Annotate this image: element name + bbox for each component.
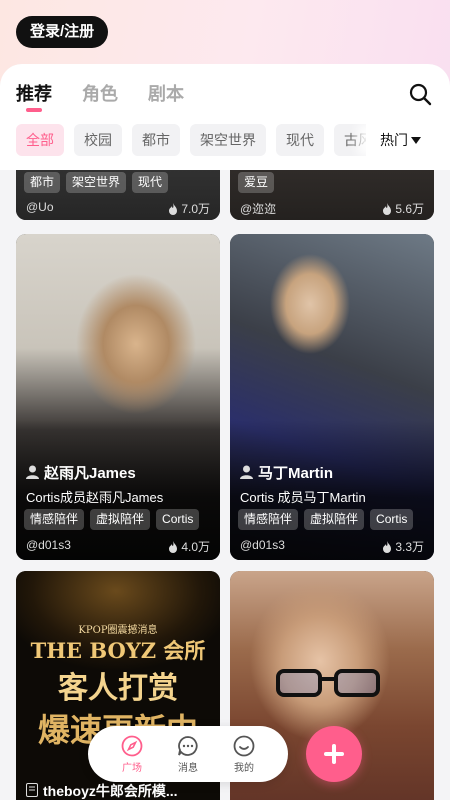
card-tag: 爱豆 bbox=[238, 172, 275, 193]
nav-messages[interactable]: 消息 bbox=[166, 735, 210, 774]
card-name-text: 赵雨凡James bbox=[44, 465, 136, 482]
poster-line2: 客人打赏 bbox=[58, 671, 178, 706]
search-icon[interactable] bbox=[408, 82, 432, 106]
flame-icon bbox=[169, 541, 178, 553]
book-icon bbox=[26, 783, 38, 797]
card-tag: 情感陪伴 bbox=[238, 509, 299, 530]
likes-count: 4.0万 bbox=[181, 540, 210, 554]
flame-icon bbox=[383, 203, 392, 215]
card-name: theboyz牛郎会所模... bbox=[26, 781, 178, 800]
card-author: @迩迩 bbox=[240, 202, 277, 216]
card-tag: 虚拟陪伴 bbox=[304, 509, 365, 530]
likes-count: 7.0万 bbox=[181, 202, 210, 216]
compass-icon bbox=[121, 735, 143, 756]
likes-count: 5.6万 bbox=[395, 202, 424, 216]
triangle-down-icon bbox=[411, 137, 421, 144]
content-sheet: 都市 架空世界 现代 @Uo 7.0万 爱豆 @迩迩 5.6万 赵雨凡James… bbox=[0, 64, 450, 800]
card-likes: 4.0万 bbox=[168, 538, 210, 555]
card-likes: 7.0万 bbox=[168, 200, 210, 217]
login-register-button[interactable]: 登录/注册 bbox=[16, 16, 109, 48]
filter-chip-city[interactable]: 都市 bbox=[132, 124, 180, 156]
nav-label: 我的 bbox=[234, 762, 254, 774]
chat-bubble-icon bbox=[178, 735, 198, 756]
card-name-text: 马丁Martin bbox=[258, 465, 334, 482]
top-panel: 推荐 角色 剧本 全部 校园 都市 架空世界 现代 古风 热门 bbox=[0, 64, 450, 170]
filter-chips: 全部 校园 都市 架空世界 现代 古风 bbox=[16, 124, 376, 156]
smiley-icon bbox=[233, 735, 255, 756]
tab-recommend[interactable]: 推荐 bbox=[16, 80, 52, 112]
main-tabs: 推荐 角色 剧本 bbox=[16, 80, 184, 112]
nav-plaza[interactable]: 广场 bbox=[110, 735, 154, 774]
card-author: @Uo bbox=[26, 200, 54, 214]
card-author: @d01s3 bbox=[26, 538, 71, 552]
sort-dropdown[interactable]: 热门 bbox=[366, 124, 450, 156]
card-name: 马丁Martin bbox=[240, 462, 333, 483]
card-tag: 情感陪伴 bbox=[24, 509, 85, 530]
card-tag: 架空世界 bbox=[66, 172, 127, 193]
card-tag: Cortis bbox=[370, 509, 414, 530]
role-card-james[interactable]: 赵雨凡James Cortis成员赵雨凡James 情感陪伴 虚拟陪伴 Cort… bbox=[16, 234, 220, 560]
nav-label: 消息 bbox=[178, 762, 198, 774]
role-card-martin[interactable]: 马丁Martin Cortis 成员马丁Martin 情感陪伴 虚拟陪伴 Cor… bbox=[230, 234, 434, 560]
card-tag: 虚拟陪伴 bbox=[90, 509, 151, 530]
person-icon bbox=[26, 465, 39, 479]
card-tag: 都市 bbox=[24, 172, 61, 193]
card-name: 赵雨凡James bbox=[26, 462, 136, 483]
card-name-text: theboyz牛郎会所模... bbox=[43, 783, 178, 799]
card-tag: 现代 bbox=[132, 172, 169, 193]
create-button[interactable] bbox=[306, 726, 362, 782]
tab-roles[interactable]: 角色 bbox=[82, 80, 118, 112]
likes-count: 3.3万 bbox=[395, 540, 424, 554]
card-tag: Cortis bbox=[156, 509, 200, 530]
flame-icon bbox=[169, 203, 178, 215]
card-likes: 3.3万 bbox=[382, 538, 424, 555]
card-description: Cortis 成员马丁Martin bbox=[240, 490, 366, 505]
card-author: @d01s3 bbox=[240, 538, 285, 552]
nav-label: 广场 bbox=[122, 762, 142, 774]
filter-chip-campus[interactable]: 校园 bbox=[74, 124, 122, 156]
sort-label: 热门 bbox=[380, 132, 408, 148]
filter-chip-fantasy-world[interactable]: 架空世界 bbox=[190, 124, 266, 156]
person-icon bbox=[240, 465, 253, 479]
flame-icon bbox=[383, 541, 392, 553]
card-description: Cortis成员赵雨凡James bbox=[26, 490, 164, 505]
nav-mine[interactable]: 我的 bbox=[222, 735, 266, 774]
filter-chip-all[interactable]: 全部 bbox=[16, 124, 64, 156]
filter-chip-modern[interactable]: 现代 bbox=[276, 124, 324, 156]
glasses-detail bbox=[276, 669, 380, 697]
poster-title: THE BOYZ 会所 bbox=[30, 638, 206, 663]
bottom-nav: 广场 消息 我的 bbox=[88, 726, 288, 782]
card-likes: 5.6万 bbox=[382, 200, 424, 217]
poster-top-text: KPOP圈震撼消息 bbox=[78, 625, 158, 636]
tab-scripts[interactable]: 剧本 bbox=[148, 80, 184, 112]
